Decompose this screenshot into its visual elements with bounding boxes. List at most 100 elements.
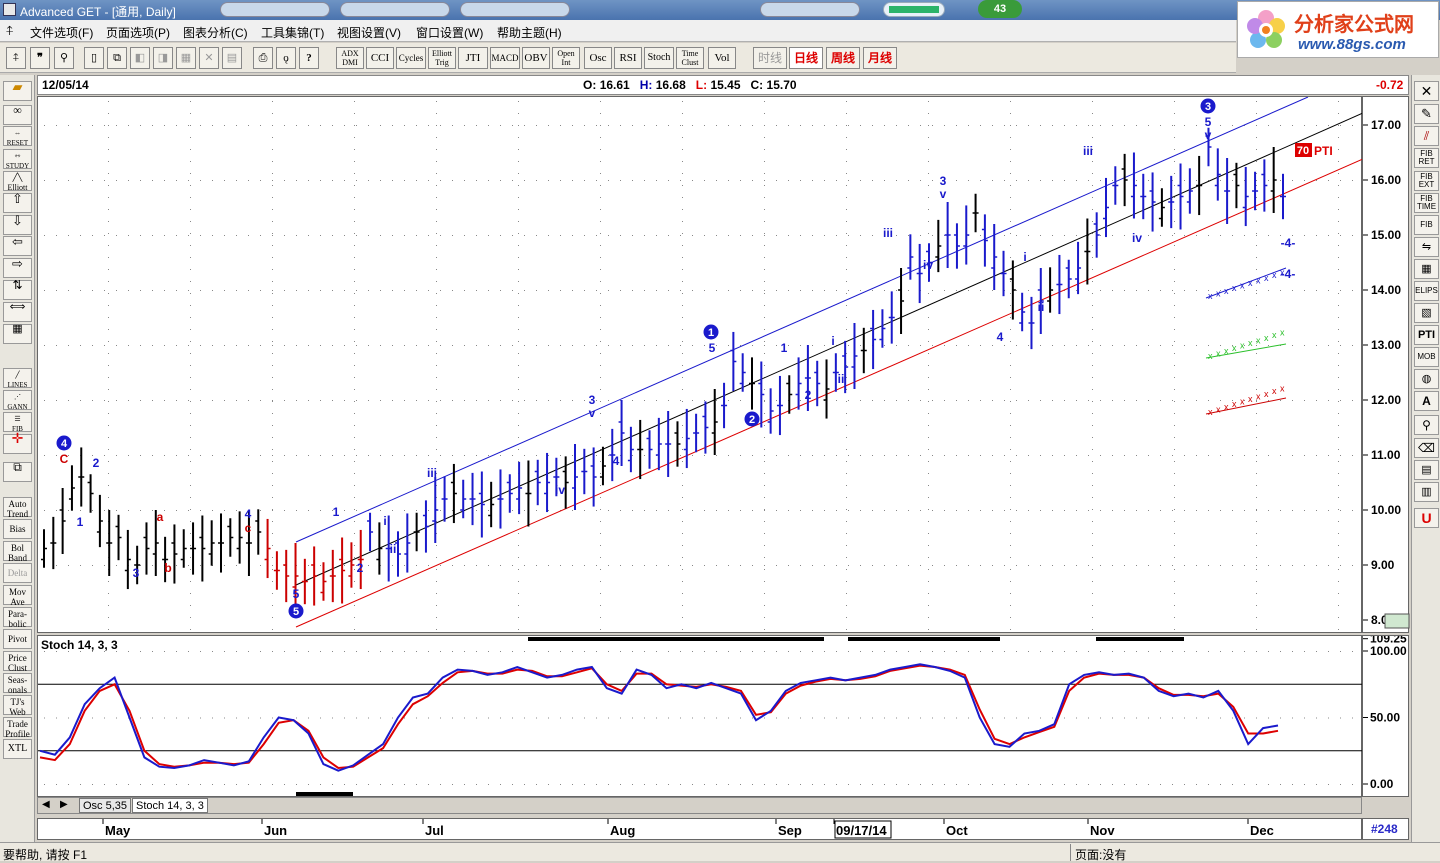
menu-help[interactable]: 帮助主题(H) (497, 24, 562, 41)
pointer-tool-icon[interactable]: ⍏ (6, 47, 26, 69)
taskbar-tab[interactable] (340, 2, 450, 17)
grid-dot (1136, 455, 1137, 456)
text-tool-icon[interactable]: A (1414, 391, 1439, 411)
quote-icon[interactable]: ❞ (30, 47, 50, 69)
indicator-stoch[interactable]: Stoch (644, 47, 674, 69)
eraser-icon[interactable]: ⌫ (1414, 438, 1439, 458)
delete-icon[interactable]: ✕ (199, 47, 219, 69)
gann-button[interactable]: ⋰ GANN (3, 390, 32, 411)
bol-band-button[interactable]: Bol Band (3, 541, 32, 563)
magnifier-icon[interactable]: ⚲ (1414, 415, 1439, 435)
menu-chart-analysis[interactable]: 图表分析(C) (183, 24, 248, 41)
indicator-vol[interactable]: Vol (708, 47, 736, 69)
indicator-macd[interactable]: MACD (490, 47, 520, 69)
copy-icon[interactable]: ⧉ (107, 47, 127, 69)
indicator-time-clust[interactable]: Time Clust (676, 47, 704, 69)
taskbar-tab[interactable] (220, 2, 330, 17)
menu-view[interactable]: 视图设置(V) (337, 24, 401, 41)
price-clust-button[interactable]: Price Clust (3, 651, 32, 673)
taskbar-tab[interactable] (460, 2, 570, 17)
zoom-icon[interactable]: ⚲ (54, 47, 74, 69)
arrow-up-icon[interactable]: ⇧ (3, 192, 32, 213)
indicator-jti[interactable]: JTI (458, 47, 488, 69)
menu-file[interactable]: 文件选项(F) (30, 24, 93, 41)
bulb-icon[interactable]: ǫ (276, 47, 296, 69)
reset-button[interactable]: ⇔ RESET (3, 126, 32, 147)
pencil-icon[interactable]: ✎ (1414, 104, 1439, 124)
trendline-icon[interactable]: ⫽ (1414, 126, 1439, 146)
arrow-down-icon[interactable]: ⇩ (3, 214, 32, 235)
fib-circle-button[interactable]: FIB (1414, 215, 1439, 235)
layout-icon[interactable]: ▦ (176, 47, 196, 69)
tab-scroll-left-icon[interactable]: ◀ (42, 799, 50, 810)
tab-scroll-right-icon[interactable]: ▶ (60, 799, 68, 810)
pti-button[interactable]: PTI (1414, 325, 1439, 345)
elliott-button[interactable]: ╱╲ Elliott (3, 171, 32, 192)
indicator-osc[interactable]: Osc (584, 47, 612, 69)
lines-button[interactable]: ╱ LINES (3, 368, 32, 389)
table-icon[interactable]: ▤ (1414, 460, 1439, 480)
indicator-adx[interactable]: ADX DMI (336, 47, 364, 69)
mob-button[interactable]: MOB (1414, 347, 1439, 367)
print-icon[interactable]: ⎙ (253, 47, 273, 69)
menu-page[interactable]: 页面选项(P) (106, 24, 170, 41)
help-icon[interactable]: ? (299, 47, 319, 69)
crosshair-icon[interactable]: ✛ (3, 433, 32, 454)
fib-time-button[interactable]: FIB TIME (1414, 193, 1439, 213)
close-icon[interactable]: ✕ (1414, 81, 1439, 101)
grid-icon[interactable]: ▤ (222, 47, 242, 69)
channel-icon[interactable]: ⇋ (1414, 237, 1439, 257)
menu-tools[interactable]: 工具集锦(T) (261, 24, 324, 41)
menu-window[interactable]: 窗口设置(W) (416, 24, 483, 41)
expand-icon[interactable]: ⟺ (3, 302, 32, 322)
tab-stoch[interactable]: Stoch 14, 3, 3 (132, 798, 208, 813)
arrow-right-icon[interactable]: ⇨ (3, 257, 32, 278)
indicator-cycles[interactable]: Cycles (396, 47, 426, 69)
delta-button[interactable]: Delta (3, 563, 32, 583)
calculator-icon[interactable]: ▦ (3, 324, 32, 344)
pivot-button[interactable]: Pivot (3, 629, 32, 649)
binoculars-icon[interactable]: ∞ (3, 104, 32, 125)
fib-ext-button[interactable]: FIB EXT (1414, 171, 1439, 191)
tjs-web-button[interactable]: TJ's Web (3, 695, 32, 717)
period-hourly[interactable]: 时线 (753, 47, 787, 69)
xtl-button[interactable]: XTL (3, 739, 32, 759)
back-icon[interactable]: ◧ (130, 47, 150, 69)
magnet-icon[interactable]: U (1414, 508, 1439, 528)
ellipse-button[interactable]: ELIPS (1414, 281, 1439, 301)
forward-icon[interactable]: ◨ (153, 47, 173, 69)
indicator-obv[interactable]: OBV (522, 47, 550, 69)
tab-osc[interactable]: Osc 5,35 (79, 798, 132, 813)
study-button[interactable]: ⇿ STUDY (3, 149, 32, 170)
globe-icon[interactable]: ◍ (1414, 369, 1439, 389)
stochastic-svg[interactable] (38, 636, 1363, 798)
stochastic-panel[interactable]: Stoch 14, 3, 3 (37, 635, 1363, 798)
parabolic-button[interactable]: Para-bolic (3, 607, 32, 629)
mov-ave-button[interactable]: Mov Ave (3, 585, 32, 607)
indicator-elliott-trig[interactable]: Elliott Trig (428, 47, 456, 69)
seasonals-button[interactable]: Seas-onals (3, 673, 32, 695)
indicator-cci[interactable]: CCI (366, 47, 394, 69)
auto-trend-button[interactable]: Auto Trend (3, 497, 32, 519)
period-weekly[interactable]: 周线 (826, 47, 860, 69)
properties-icon[interactable]: ⧉ (3, 461, 32, 482)
compress-icon[interactable]: ⇅ (3, 279, 32, 300)
new-page-icon[interactable]: ▯ (84, 47, 104, 69)
period-monthly[interactable]: 月线 (863, 47, 897, 69)
arrow-left-icon[interactable]: ⇦ (3, 235, 32, 256)
indicator-rsi[interactable]: RSI (614, 47, 642, 69)
notification-badge[interactable]: 43 (978, 0, 1022, 18)
price-chart-svg[interactable]: 45123C123ab4c512iiiiiiiv3v45 12iiiiiiiv3v… (38, 96, 1364, 634)
period-daily[interactable]: 日线 (789, 47, 823, 69)
fib-ret-button[interactable]: FIB RET (1414, 148, 1439, 168)
open-folder-icon[interactable]: ▰ (3, 80, 32, 101)
trade-profile-button[interactable]: Trade Profile (3, 717, 32, 739)
fib-button[interactable]: ☰ FIB (3, 412, 32, 433)
taskbar-tab[interactable] (760, 2, 860, 17)
price-chart[interactable]: 4 5 1 2 3 C 1 2 3 a b 4 c 5 1 2 i ii iii iv 3 v 4 5 1 2 i ii iii iv 3 v… (37, 96, 1364, 634)
hatch-icon[interactable]: ▧ (1414, 303, 1439, 323)
bias-button[interactable]: Bias (3, 519, 32, 539)
indicator-open-int[interactable]: Open Int (552, 47, 580, 69)
grid-tool-icon[interactable]: ▦ (1414, 259, 1439, 279)
book-icon[interactable]: ▥ (1414, 482, 1439, 502)
